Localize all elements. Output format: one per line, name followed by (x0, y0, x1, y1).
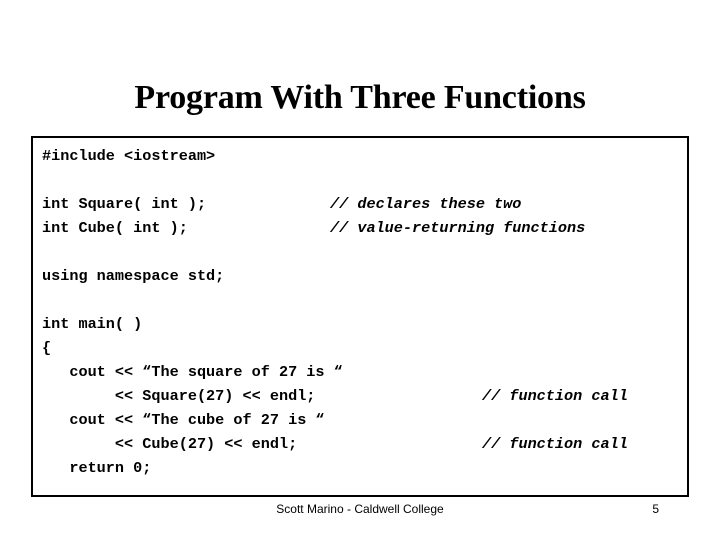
code-line: int main( ) (42, 312, 687, 336)
code-line-text: << Cube(27) << endl; (42, 435, 298, 453)
code-line: int Square( int ); // declares these two (42, 192, 687, 216)
code-line-comment: // declares these two (330, 195, 522, 213)
code-line-comment: // value-returning functions (330, 219, 586, 237)
code-line-text: int Cube( int ); (42, 219, 188, 237)
code-line-text: return 0; (42, 459, 152, 477)
code-line-text: #include <iostream> (42, 147, 216, 165)
code-line: << Cube(27) << endl; // function call (42, 432, 687, 456)
code-line: int Cube( int ); // value-returning funct… (42, 216, 687, 240)
code-line-text: int Square( int ); (42, 195, 207, 213)
code-block-container: #include <iostream> int Square( int ); // … (31, 136, 689, 497)
code-line: cout << “The cube of 27 is “ (42, 408, 687, 432)
code-line-text: << Square(27) << endl; (42, 387, 316, 405)
code-line-comment: // function call (482, 387, 628, 405)
code-line-text: using namespace std; (42, 267, 225, 285)
code-line: #include <iostream> (42, 144, 687, 168)
code-line: using namespace std; (42, 264, 687, 288)
footer-attribution: Scott Marino - Caldwell College (276, 502, 444, 516)
code-line-text: cout << “The cube of 27 is “ (42, 411, 325, 429)
slide-canvas: Program With Three Functions #include <i… (0, 0, 720, 540)
page-number: 5 (652, 502, 659, 516)
code-line-text: cout << “The square of 27 is “ (42, 363, 343, 381)
code-line: cout << “The square of 27 is “ (42, 360, 687, 384)
code-line: << Square(27) << endl; // function call (42, 384, 687, 408)
code-line: return 0; (42, 456, 687, 480)
code-line-comment: // function call (482, 435, 628, 453)
code-listing: #include <iostream> int Square( int ); // … (42, 144, 687, 495)
code-line: { (42, 336, 687, 360)
page-title: Program With Three Functions (134, 79, 586, 116)
code-line-text: { (42, 339, 52, 357)
code-line-text: int main( ) (42, 315, 143, 333)
